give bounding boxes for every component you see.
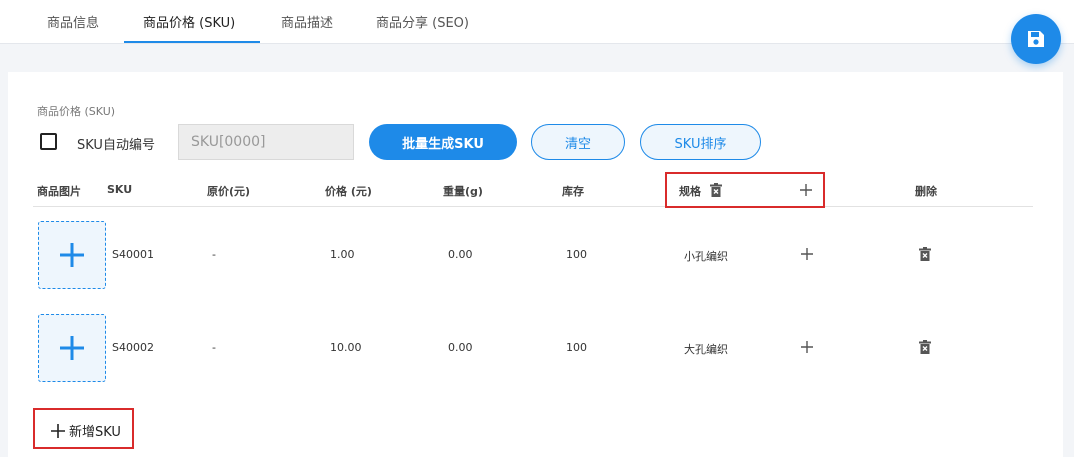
row-original-price: - — [212, 341, 216, 354]
header-divider — [33, 206, 1033, 207]
add-sku-label: 新增SKU — [69, 425, 121, 440]
row-weight[interactable]: 0.00 — [448, 341, 473, 354]
plus-icon — [51, 423, 65, 438]
row-original-price: - — [212, 248, 216, 261]
plus-icon — [60, 336, 84, 360]
row-price[interactable]: 10.00 — [330, 341, 362, 354]
sku-sort-button[interactable]: SKU排序 — [640, 124, 761, 160]
sku-pattern-input[interactable] — [178, 124, 354, 160]
row-price[interactable]: 1.00 — [330, 248, 355, 261]
auto-number-checkbox[interactable] — [40, 133, 57, 150]
row-sku: S40002 — [112, 341, 154, 354]
header-delete: 删除 — [915, 185, 937, 198]
row-stock[interactable]: 100 — [566, 341, 587, 354]
row-add-spec-button[interactable] — [799, 246, 815, 262]
row-stock[interactable]: 100 — [566, 248, 587, 261]
row-add-spec-button[interactable] — [799, 339, 815, 355]
tab-product-share-seo[interactable]: 商品分享 (SEO) — [376, 12, 469, 31]
tab-product-info[interactable]: 商品信息 — [47, 12, 99, 31]
tab-product-description[interactable]: 商品描述 — [281, 12, 333, 31]
floppy-disk-icon — [1028, 31, 1044, 47]
row-delete-button[interactable] — [917, 246, 933, 262]
auto-number-label: SKU自动编号 — [77, 138, 155, 153]
header-sku: SKU — [107, 183, 133, 196]
header-weight: 重量(g) — [443, 185, 483, 198]
clear-button[interactable]: 清空 — [531, 124, 625, 160]
image-upload-button[interactable] — [38, 221, 106, 289]
row-delete-button[interactable] — [917, 339, 933, 355]
batch-generate-sku-button[interactable]: 批量生成SKU — [369, 124, 517, 160]
row-sku: S40001 — [112, 248, 154, 261]
header-original-price: 原价(元) — [207, 185, 251, 198]
trash-icon — [919, 247, 931, 261]
plus-icon — [60, 243, 84, 267]
row-spec[interactable]: 大孔编织 — [684, 341, 728, 357]
add-sku-button[interactable]: 新增SKU — [51, 421, 121, 440]
tab-product-price-sku[interactable]: 商品价格 (SKU) — [143, 12, 235, 31]
image-upload-button[interactable] — [38, 314, 106, 382]
plus-icon — [801, 248, 813, 260]
plus-icon — [801, 341, 813, 353]
row-weight[interactable]: 0.00 — [448, 248, 473, 261]
section-title: 商品价格 (SKU) — [37, 105, 116, 118]
spec-header-highlight — [665, 172, 825, 208]
header-price: 价格 (元) — [325, 185, 372, 198]
tab-bar: 商品信息 商品价格 (SKU) 商品描述 商品分享 (SEO) — [0, 0, 1074, 44]
header-stock: 库存 — [562, 185, 584, 198]
active-tab-indicator — [124, 41, 260, 43]
header-image: 商品图片 — [37, 185, 81, 198]
trash-icon — [919, 340, 931, 354]
save-button[interactable] — [1011, 14, 1061, 64]
row-spec[interactable]: 小孔编织 — [684, 248, 728, 264]
